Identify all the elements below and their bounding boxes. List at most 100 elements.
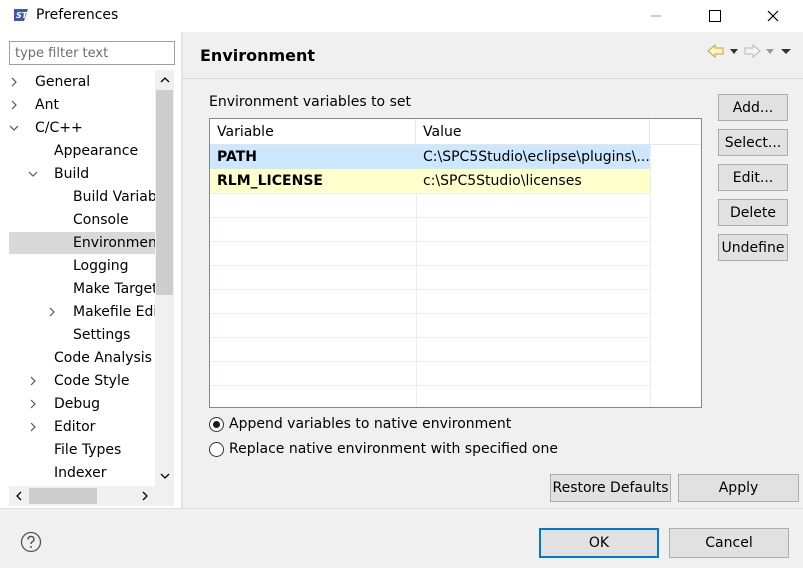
cancel-button[interactable]: Cancel (669, 528, 789, 558)
chevron-right-icon[interactable] (28, 422, 38, 432)
tree-vertical-scrollbar[interactable] (155, 70, 174, 486)
delete-button[interactable]: Delete (718, 199, 788, 226)
tree-item-label: Build (54, 166, 90, 182)
row-gridline (210, 265, 650, 266)
chevron-down-icon[interactable] (28, 169, 38, 179)
tree-item[interactable]: Code Style (9, 370, 155, 392)
restore-defaults-button[interactable]: Restore Defaults (550, 474, 671, 502)
tree-item-label: Makefile Editor (73, 304, 155, 320)
replace-environment-option[interactable]: Replace native environment with specifie… (209, 439, 558, 459)
back-menu-chevron-icon[interactable] (728, 44, 740, 58)
select-button[interactable]: Select... (718, 129, 788, 156)
tree-item[interactable]: Environment (9, 232, 155, 254)
undefine-button[interactable]: Undefine (718, 234, 788, 261)
environment-variables-table[interactable]: Variable Value PATH C:\SPC5Studio\eclips… (209, 118, 702, 408)
tree-item-label: General (35, 74, 91, 90)
horizontal-scroll-thumb[interactable] (29, 488, 97, 504)
history-navigation (707, 44, 793, 58)
tree-item[interactable]: Makefile Editor (9, 301, 155, 323)
back-arrow-icon[interactable] (707, 44, 725, 58)
scroll-up-button[interactable] (155, 70, 174, 90)
row-gridline (210, 193, 650, 194)
table-row-path[interactable]: PATH C:\SPC5Studio\eclipse\plugins\... (210, 145, 650, 169)
filter-input[interactable] (9, 41, 175, 65)
tree-item[interactable]: Logging (9, 255, 155, 277)
row-gridline (210, 217, 650, 218)
tree-item-label: C/C++ (35, 120, 83, 136)
apply-button[interactable]: Apply (678, 474, 799, 502)
vertical-scroll-thumb[interactable] (156, 90, 173, 295)
tree-item-label: Settings (73, 327, 131, 343)
replace-radio[interactable] (209, 441, 224, 457)
add-button[interactable]: Add... (718, 94, 788, 121)
tree-item-label: Logging (73, 258, 129, 274)
row-gridline (210, 337, 650, 338)
edit-button[interactable]: Edit... (718, 164, 788, 191)
chevron-right-icon[interactable] (28, 399, 38, 409)
forward-menu-chevron-icon[interactable] (764, 44, 776, 58)
tree-item[interactable]: Build (9, 163, 155, 185)
tree-item[interactable]: Build Variables (9, 186, 155, 208)
app-logo-icon: ST (14, 9, 28, 21)
scrollbar-corner (155, 486, 174, 506)
view-menu-icon[interactable] (779, 44, 793, 58)
chevron-down-icon (160, 473, 169, 479)
column-header-filler (650, 119, 701, 145)
row-gridline (210, 289, 650, 290)
chevron-right-icon[interactable] (47, 307, 57, 317)
replace-radio-label: Replace native environment with specifie… (229, 441, 558, 457)
close-icon (767, 10, 779, 22)
tree-item-label: File Types (54, 442, 122, 458)
title-bar: ST Preferences (0, 0, 803, 32)
tree-item-label: Code Style (54, 373, 130, 389)
tree-item[interactable]: Indexer (9, 462, 155, 484)
cell-value: C:\SPC5Studio\eclipse\plugins\... (423, 149, 650, 165)
tree-item[interactable]: Ant (9, 94, 155, 116)
chevron-right-icon[interactable] (28, 376, 38, 386)
environment-variables-label: Environment variables to set (209, 94, 411, 110)
cell-variable: RLM_LICENSE (217, 173, 323, 189)
tree-item-label: Build Variables (73, 189, 155, 205)
tree-item[interactable]: Debug (9, 393, 155, 415)
append-radio[interactable] (209, 416, 224, 432)
maximize-button[interactable] (692, 0, 738, 32)
scroll-left-button[interactable] (9, 486, 29, 506)
page-header: Environment (183, 32, 803, 78)
tree-item[interactable]: C/C++ (9, 117, 155, 139)
append-variables-option[interactable]: Append variables to native environment (209, 414, 511, 434)
tree-item[interactable]: Make Targets (9, 278, 155, 300)
tree-item[interactable]: Editor (9, 416, 155, 438)
preferences-navigation: General Ant C/C++ Appearance Build Build Vari… (0, 32, 181, 508)
tree-item[interactable]: General (9, 71, 155, 93)
dialog-footer: OK Cancel (0, 509, 803, 568)
tree-horizontal-scrollbar[interactable] (9, 486, 155, 506)
help-icon[interactable] (20, 531, 42, 553)
tree-item[interactable]: Console (9, 209, 155, 231)
row-gridline (210, 361, 650, 362)
forward-arrow-icon[interactable] (743, 44, 761, 58)
window-title: Preferences (36, 7, 119, 23)
chevron-right-icon (142, 491, 148, 501)
tree-item[interactable]: Code Analysis (9, 347, 155, 369)
chevron-right-icon[interactable] (9, 100, 19, 110)
tree-item[interactable]: Settings (9, 324, 155, 346)
append-radio-label: Append variables to native environment (229, 416, 512, 432)
tree-item[interactable]: File Types (9, 439, 155, 461)
column-header-variable[interactable]: Variable (210, 119, 416, 145)
scroll-right-button[interactable] (135, 486, 155, 506)
tree-item[interactable]: Appearance (9, 140, 155, 162)
scroll-down-button[interactable] (155, 466, 174, 486)
table-row-rlm-license[interactable]: RLM_LICENSE c:\SPC5Studio\licenses (210, 169, 650, 193)
cell-value: c:\SPC5Studio\licenses (423, 173, 582, 189)
close-button[interactable] (750, 0, 796, 32)
chevron-right-icon[interactable] (9, 77, 19, 87)
tree-item-label: Appearance (54, 143, 139, 159)
column-header-value[interactable]: Value (416, 119, 650, 145)
minimize-button[interactable] (633, 0, 679, 32)
ok-button[interactable]: OK (539, 528, 659, 558)
minimize-icon (651, 15, 661, 17)
tree-item-label: Indexer (54, 465, 107, 481)
chevron-down-icon[interactable] (9, 123, 19, 133)
column-gridline (650, 145, 651, 407)
header-separator (183, 78, 803, 79)
